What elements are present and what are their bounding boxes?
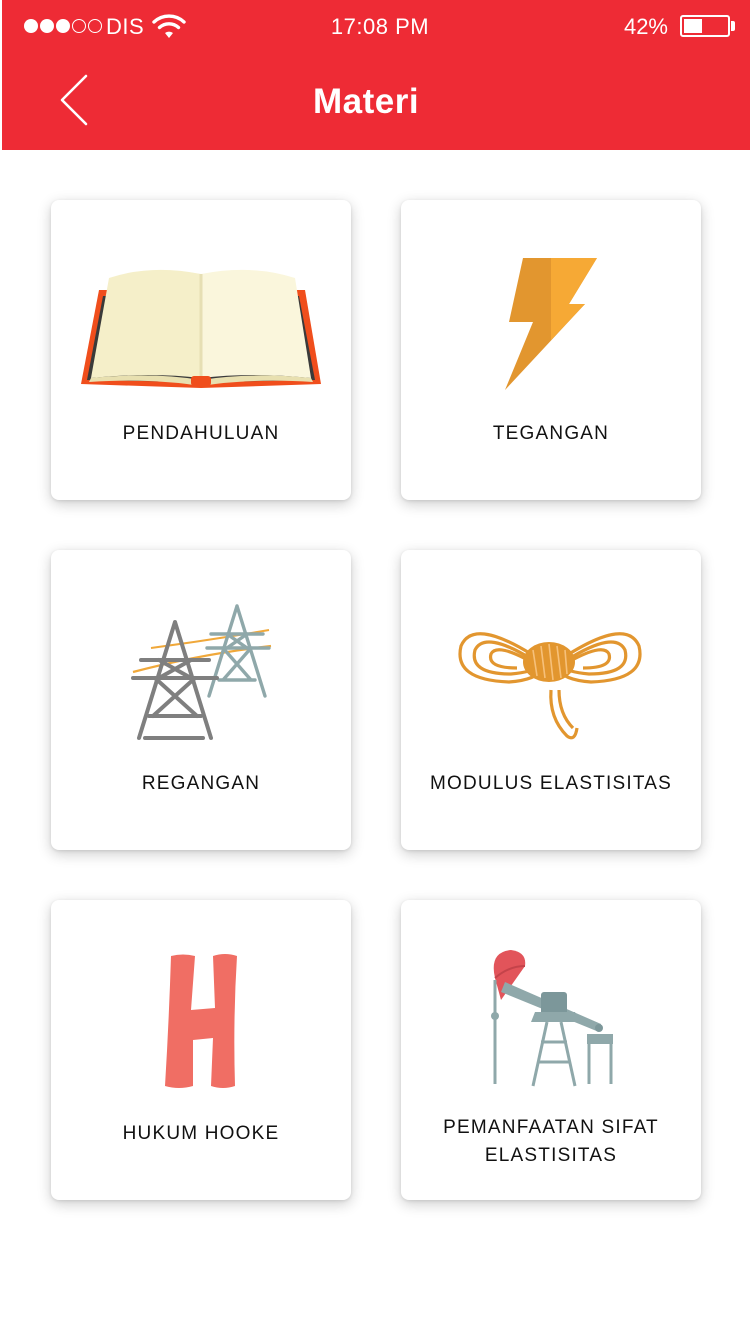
- rope-knot-icon: [458, 632, 642, 740]
- card-label: PENDAHULUAN: [122, 423, 280, 444]
- open-book-icon: [81, 269, 321, 388]
- letter-h-icon: [165, 954, 237, 1088]
- power-tower-icon: [131, 604, 272, 740]
- card-pemanfaatan-sifat-elastisitas[interactable]: PEMANFAATAN SIFAT ELASTISITAS: [401, 900, 701, 1200]
- card-hukum-hooke[interactable]: HUKUM HOOKE: [51, 900, 351, 1200]
- card-regangan[interactable]: REGANGAN: [51, 550, 351, 850]
- card-tegangan[interactable]: TEGANGAN: [401, 200, 701, 500]
- lightning-bolt-icon: [505, 258, 597, 390]
- card-pendahuluan[interactable]: PENDAHULUAN: [51, 200, 351, 500]
- pump-jack-icon: [491, 950, 613, 1087]
- card-label: HUKUM HOOKE: [122, 1123, 280, 1144]
- materi-grid: PENDAHULUAN TEGANGAN REGANGAN MODULUS EL…: [0, 0, 750, 1334]
- card-label: MODULUS ELASTISITAS: [429, 773, 673, 794]
- card-modulus-elastisitas[interactable]: MODULUS ELASTISITAS: [401, 550, 701, 850]
- card-label: TEGANGAN: [492, 423, 610, 444]
- card-label: REGANGAN: [141, 773, 261, 794]
- card-label: PEMANFAATAN SIFAT ELASTISITAS: [443, 1117, 659, 1166]
